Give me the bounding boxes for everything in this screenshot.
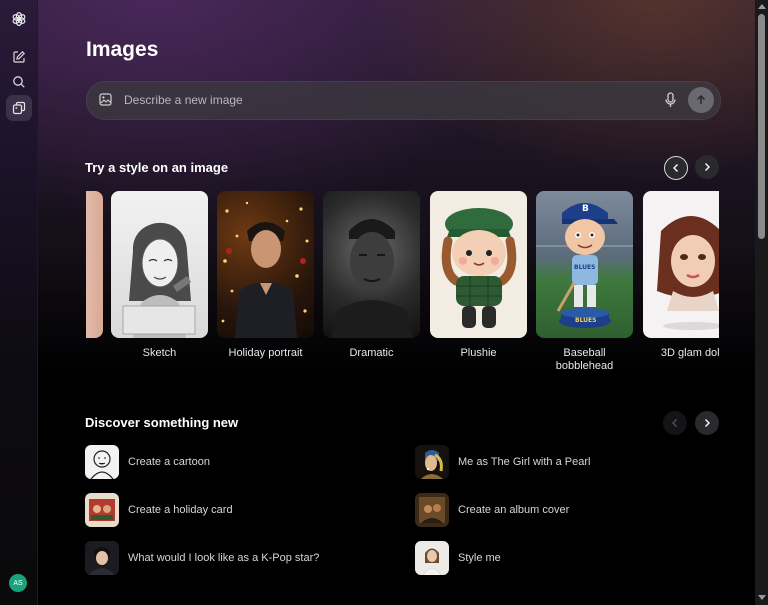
discover-item-girl-with-pearl[interactable]: Me as The Girl with a Pearl — [415, 445, 590, 479]
plushie-thumbnail — [430, 191, 527, 338]
vertical-scrollbar[interactable] — [755, 0, 768, 605]
compose-icon — [13, 50, 26, 63]
jersey-text: BLUES — [574, 264, 595, 271]
style-card-label: Baseball bobblehead — [555, 347, 614, 372]
scrollbar-thumb[interactable] — [758, 14, 765, 239]
chevron-left-icon — [673, 164, 678, 172]
styles-prev-button[interactable] — [664, 156, 688, 180]
style-card-3d-glam-doll[interactable]: 3D glam doll — [643, 191, 719, 360]
arrow-up-icon — [696, 94, 706, 104]
cartoon-thumbnail — [85, 445, 119, 479]
holiday-card-thumbnail — [85, 493, 119, 527]
image-prompt-input[interactable]: Describe a new image — [86, 81, 721, 120]
scroll-up-arrow-icon[interactable] — [758, 4, 766, 9]
discover-item-album-cover[interactable]: Create an album cover — [415, 493, 569, 527]
send-button[interactable] — [688, 87, 714, 113]
openai-logo-icon[interactable] — [6, 6, 32, 32]
image-upload-icon[interactable] — [99, 93, 112, 106]
styles-next-button[interactable] — [695, 155, 719, 179]
page-title: Images — [86, 38, 159, 61]
style-card-sketch[interactable]: Sketch — [111, 191, 208, 360]
images-library-icon — [12, 101, 26, 115]
sidebar: AS — [0, 0, 38, 605]
style-me-thumbnail — [415, 541, 449, 575]
search-icon — [13, 76, 25, 88]
album-cover-thumbnail — [415, 493, 449, 527]
chevron-left-icon — [672, 419, 677, 427]
bobblehead-thumbnail: B BLUES BLUES — [536, 191, 633, 338]
discover-item-label: Me as The Girl with a Pearl — [458, 456, 591, 468]
main-content: Images Describe a new image Try a style … — [38, 0, 755, 605]
styles-section-title: Try a style on an image — [85, 160, 229, 175]
style-card-baseball-bobblehead[interactable]: B BLUES BLUES Baseball bobblehead — [536, 191, 633, 373]
base-text: BLUES — [575, 317, 596, 324]
sketch-thumbnail — [111, 191, 208, 338]
discover-item-label: Create a cartoon — [128, 456, 210, 468]
style-card-label: Plushie — [460, 347, 497, 359]
glam-doll-thumbnail — [643, 191, 719, 338]
chevron-right-icon — [705, 419, 710, 427]
discover-item-holiday-card[interactable]: Create a holiday card — [85, 493, 233, 527]
discover-item-create-cartoon[interactable]: Create a cartoon — [85, 445, 210, 479]
style-carousel: Sketch Holiday portrait Dramatic Plushie… — [86, 191, 719, 381]
discover-next-button[interactable] — [695, 411, 719, 435]
search-button[interactable] — [6, 69, 32, 95]
chevron-right-icon — [705, 163, 710, 171]
style-card-label: Sketch — [142, 347, 177, 359]
kpop-thumbnail — [85, 541, 119, 575]
discover-item-style-me[interactable]: Style me — [415, 541, 501, 575]
girl-with-pearl-thumbnail — [415, 445, 449, 479]
style-card-holiday-portrait[interactable]: Holiday portrait — [217, 191, 314, 360]
discover-item-label: Create a holiday card — [128, 504, 233, 516]
style-thumbnail — [86, 191, 103, 338]
scroll-down-arrow-icon[interactable] — [758, 595, 766, 600]
user-avatar[interactable]: AS — [9, 574, 27, 592]
search-placeholder[interactable]: Describe a new image — [124, 93, 243, 107]
style-card-label: 3D glam doll — [660, 347, 719, 359]
microphone-icon[interactable] — [665, 92, 676, 108]
style-card-dramatic[interactable]: Dramatic — [323, 191, 420, 360]
discover-item-label: What would I look like as a K-Pop star? — [128, 552, 320, 564]
style-card-plushie[interactable]: Plushie — [430, 191, 527, 360]
discover-prev-button[interactable] — [663, 411, 687, 435]
discover-item-kpop-star[interactable]: What would I look like as a K-Pop star? — [85, 541, 319, 575]
dramatic-thumbnail — [323, 191, 420, 338]
style-card-partial[interactable] — [86, 191, 103, 347]
discover-section-title: Discover something new — [85, 415, 239, 430]
style-card-label: Holiday portrait — [228, 347, 303, 359]
images-nav-button[interactable] — [6, 95, 32, 121]
discover-item-label: Create an album cover — [458, 504, 570, 516]
svg-text:B: B — [582, 204, 589, 214]
discover-item-label: Style me — [458, 552, 501, 564]
new-chat-button[interactable] — [6, 44, 32, 70]
holiday-portrait-thumbnail — [217, 191, 314, 338]
style-card-label: Dramatic — [349, 347, 394, 359]
